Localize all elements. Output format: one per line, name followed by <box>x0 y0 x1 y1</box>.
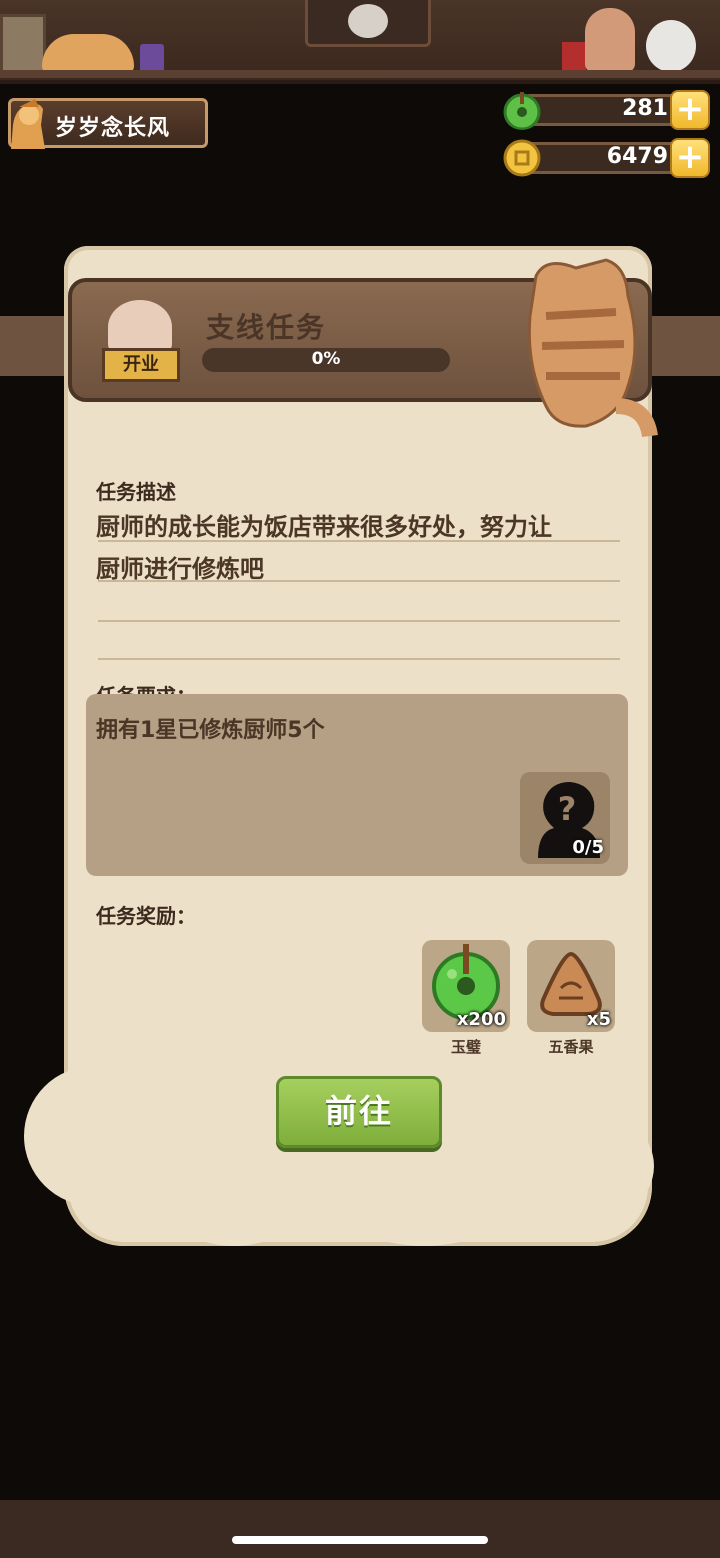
shop-badge-label: 开业 <box>102 348 180 382</box>
shop-sign <box>305 0 431 47</box>
coin-icon <box>503 139 541 177</box>
quest-title: 支线任务 <box>206 311 327 344</box>
jade-value: 281 <box>622 96 668 121</box>
requirement-text: 拥有1星已修炼厨师5个 <box>96 718 325 743</box>
white-cat-icon <box>646 20 696 72</box>
jade-bar <box>522 94 694 126</box>
red-cup-icon <box>562 42 586 72</box>
reward-count: x5 <box>586 1009 611 1030</box>
reward-count: x200 <box>456 1009 506 1030</box>
jade-currency: 281 + <box>502 88 710 132</box>
sleeping-cat-icon <box>42 34 134 74</box>
add-coin-button[interactable]: + <box>670 138 710 178</box>
top-shelf <box>0 0 720 84</box>
reward-item-jade[interactable]: x200 <box>422 940 510 1032</box>
cup-icon <box>140 44 164 72</box>
panel-drip <box>334 1146 514 1246</box>
add-jade-button[interactable]: + <box>670 90 710 130</box>
requirement-box: 拥有1星已修炼厨师5个 ? 0/5 <box>86 694 628 876</box>
chef-girl-icon <box>585 8 635 72</box>
player-name: 岁岁念长风 <box>55 116 171 141</box>
jade-disc-icon <box>503 92 541 130</box>
requirement-slot[interactable]: ? 0/5 <box>520 772 610 864</box>
quest-description-line2: 厨师进行修炼吧 <box>96 555 264 583</box>
ruled-line <box>98 620 620 622</box>
player-tag[interactable]: 岁岁念长风 <box>8 98 208 149</box>
reward-item-fruit[interactable]: x5 <box>527 940 615 1032</box>
svg-text:?: ? <box>558 790 577 828</box>
player-avatar-icon <box>11 99 45 149</box>
go-button[interactable]: 前往 <box>276 1076 442 1148</box>
paw-frame-icon <box>0 14 46 74</box>
reward-name: 五香果 <box>548 1038 594 1056</box>
ruled-line <box>98 580 620 582</box>
quest-progress-bar: 0% <box>202 348 450 372</box>
requirement-count: 0/5 <box>572 837 604 858</box>
panel-drip <box>504 1106 654 1226</box>
raccoon-icon <box>348 4 388 38</box>
ruled-line <box>98 540 620 542</box>
coin-currency: 6479 + <box>502 136 710 180</box>
reward-label: 任务奖励： <box>96 904 196 928</box>
panel-drip <box>24 1066 164 1206</box>
desc-label: 任务描述 <box>96 480 176 504</box>
reward-name: 玉璧 <box>450 1038 481 1056</box>
mushroom-shop-icon <box>108 300 172 354</box>
home-indicator[interactable] <box>232 1536 488 1544</box>
coin-value: 6479 <box>606 144 668 169</box>
hanging-cat-icon <box>527 258 658 438</box>
shop-badge: 开业 <box>102 300 180 386</box>
quest-description: 厨师的成长能为饭店带来很多好处，努力让 厨师进行修炼吧 <box>96 506 620 590</box>
shelf-plank <box>0 70 720 78</box>
bottom-bar <box>0 1500 720 1558</box>
quest-progress-text: 0% <box>311 349 341 369</box>
ruled-line <box>98 658 620 660</box>
